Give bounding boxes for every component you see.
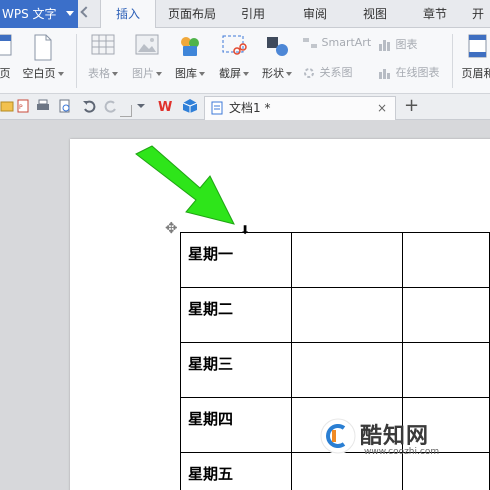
tab-developer[interactable]: 开: [466, 0, 490, 28]
chevron-down-icon: [66, 11, 74, 16]
relationship-icon: [304, 68, 314, 78]
green-arrow-icon: [135, 145, 235, 225]
image-icon: [135, 34, 159, 55]
relationship-button[interactable]: 关系图: [302, 64, 353, 80]
scissors-icon: [222, 35, 247, 55]
table-cell[interactable]: 星期四: [179, 397, 293, 453]
table-cell[interactable]: 星期一: [179, 232, 293, 288]
screenshot-button[interactable]: 截屏: [212, 28, 256, 88]
watermark-url: www.coozhi.com: [364, 447, 440, 457]
table-cell[interactable]: [401, 232, 490, 288]
table-cell[interactable]: 星期二: [179, 287, 293, 343]
svg-text:P: P: [19, 104, 23, 111]
cube-icon[interactable]: [182, 98, 198, 114]
header-footer-icon: [468, 34, 487, 58]
table-cell[interactable]: [291, 452, 403, 490]
chevron-down-icon[interactable]: [134, 99, 148, 113]
redo-icon[interactable]: [104, 99, 118, 113]
gallery-button[interactable]: 图库: [170, 28, 210, 88]
open-icon[interactable]: [0, 99, 14, 113]
smartart-button[interactable]: SmartArt: [302, 36, 371, 49]
coozhi-logo-icon: [320, 418, 356, 454]
table-cell[interactable]: 星期五: [179, 452, 293, 490]
print-icon[interactable]: [36, 99, 50, 113]
document-tab-title: 文档1 *: [229, 101, 271, 115]
svg-text:W: W: [158, 100, 172, 114]
app-title: WPS 文字: [2, 7, 57, 21]
blank-page-button[interactable]: 空白页: [18, 28, 68, 88]
shapes-icon: [267, 37, 288, 56]
page-button[interactable]: 页: [0, 28, 16, 88]
table-icon: [91, 34, 115, 55]
margin-corner-mark: [120, 105, 132, 117]
tab-section[interactable]: 章节: [410, 0, 460, 28]
app-menu-button[interactable]: WPS 文字: [0, 0, 78, 28]
table-row: 星期二: [179, 287, 490, 343]
tab-insert[interactable]: 插入: [100, 0, 156, 29]
header-footer-button[interactable]: 页眉和: [456, 28, 490, 88]
image-button[interactable]: 图片: [126, 28, 168, 88]
dropdown-icon: [199, 72, 205, 76]
close-icon[interactable]: ×: [377, 97, 387, 119]
wps-window: WPS 文字 插入 页面布局 引用 审阅 视图 章节 开 页 空白页 表格 图片…: [0, 0, 490, 490]
watermark-title: 酷知网: [360, 424, 430, 449]
tab-references[interactable]: 引用: [228, 0, 278, 28]
table-row: 星期一: [179, 232, 490, 288]
dropdown-icon: [286, 72, 292, 76]
table-button[interactable]: 表格: [82, 28, 124, 88]
watermark: 酷知网 www.coozhi.com: [320, 418, 490, 458]
wps-logo-icon[interactable]: W: [158, 98, 174, 114]
table-cell[interactable]: [291, 287, 403, 343]
table-cell[interactable]: 星期三: [179, 342, 293, 398]
tab-review[interactable]: 审阅: [290, 0, 340, 28]
chevron-left-icon: [80, 6, 92, 18]
quick-toolbar: P W 文档1 * × +: [0, 94, 490, 120]
document-icon: [211, 101, 223, 115]
table-cell[interactable]: [291, 342, 403, 398]
ribbon: 页 空白页 表格 图片 图库 截屏 形状 SmartArt 图表 关系图 在线图…: [0, 28, 490, 94]
chart-icon: [379, 40, 390, 51]
dropdown-icon: [156, 72, 162, 76]
menu-bar: WPS 文字 插入 页面布局 引用 审阅 视图 章节 开: [0, 0, 490, 29]
table-row: 星期五: [179, 452, 490, 490]
online-chart-icon: [379, 69, 390, 79]
table-cell[interactable]: [401, 287, 490, 343]
document-tab[interactable]: 文档1 * ×: [204, 96, 396, 120]
undo-icon[interactable]: [82, 99, 96, 113]
online-chart-button[interactable]: 在线图表: [378, 64, 440, 80]
ribbon-divider: [76, 34, 77, 88]
table-row: 星期三: [179, 342, 490, 398]
tab-view[interactable]: 视图: [350, 0, 400, 28]
gallery-icon: [181, 37, 199, 56]
print-preview-icon[interactable]: [58, 99, 72, 113]
export-pdf-icon[interactable]: P: [16, 99, 30, 113]
chart-button[interactable]: 图表: [378, 36, 418, 52]
dropdown-icon: [57, 72, 64, 76]
table-cell[interactable]: [401, 452, 490, 490]
dropdown-icon: [112, 72, 118, 76]
blank-page-icon: [34, 34, 52, 61]
ribbon-divider: [452, 34, 453, 88]
shapes-button[interactable]: 形状: [256, 28, 298, 88]
dropdown-icon: [243, 72, 249, 76]
new-tab-button[interactable]: +: [404, 96, 419, 116]
table-cell[interactable]: [401, 342, 490, 398]
page-icon: [0, 34, 12, 56]
quick-access-toggle[interactable]: [80, 6, 94, 22]
table-cell[interactable]: [291, 232, 403, 288]
smartart-icon: [303, 38, 317, 48]
tab-page-layout[interactable]: 页面布局: [160, 0, 224, 28]
